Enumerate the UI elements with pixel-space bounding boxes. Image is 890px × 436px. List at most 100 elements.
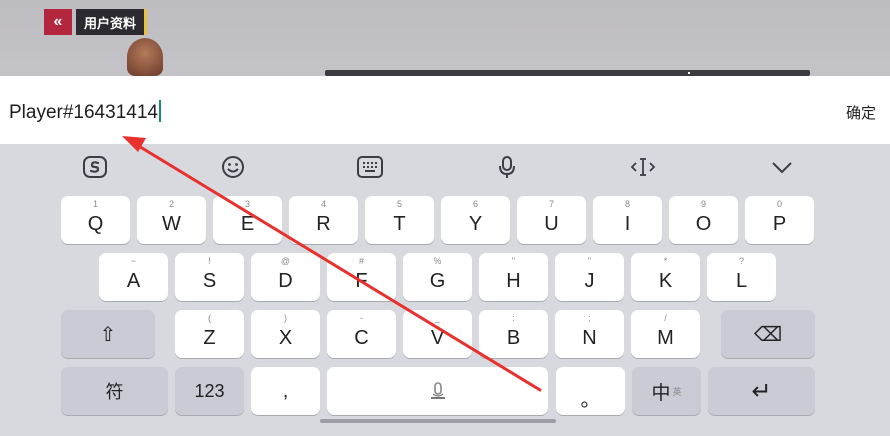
key-hint: ( [208,313,211,323]
key-f[interactable]: # F [327,253,396,301]
language-switch-key[interactable]: 中英 [632,367,701,415]
key-hint: # [358,256,364,266]
key-hint: 9 [700,199,706,209]
key-label: E [240,212,255,235]
sogou-logo-icon[interactable] [80,152,110,182]
key-label: Z [203,326,216,349]
key-label: D [278,269,293,292]
key-i[interactable]: 8I [593,196,662,244]
key-l[interactable]: ? L [707,253,776,301]
comma-label: , [282,379,289,402]
text-input-row[interactable]: Player#16431414 确定 [0,76,890,144]
key-hint: 8 [624,199,630,209]
cursor-move-icon[interactable] [628,152,658,182]
shift-key[interactable]: ⇧ [61,310,155,358]
soft-keyboard: 1 Q 2 W 3 E 4 R 5 T 6 Y 7 U 8 I 9 O 0 P ~ A! S @ D # F% G " H " J * K? L ⇧(… [0,190,890,436]
comma-key[interactable]: , [251,367,320,415]
home-indicator [320,419,556,423]
period-key[interactable]: 。 [556,367,625,415]
key-label: H [506,269,521,292]
key-label: J [584,269,595,292]
key-q[interactable]: 1Q [61,196,130,244]
key-e[interactable]: 3E [213,196,282,244]
symbols-key[interactable]: 符 [61,367,168,415]
bar-dot [688,72,690,74]
key-hint: " [587,256,592,266]
key-label: L [735,269,748,292]
numbers-key[interactable]: 123 [175,367,244,415]
key-n[interactable]: ; N [555,310,624,358]
key-label: G [429,269,446,292]
back-button[interactable]: « [44,9,72,35]
key-x[interactable]: ) X [251,310,320,358]
symbols-label: 符 [105,382,124,402]
key-label: M [657,326,674,349]
key-b[interactable]: :B [479,310,548,358]
key-hint: @ [280,256,291,266]
key-k[interactable]: * K [631,253,700,301]
emoji-icon[interactable] [218,152,248,182]
name-input[interactable]: Player#16431414 [9,100,161,124]
key-hint: 4 [320,199,326,209]
key-label: S [202,269,217,292]
key-label: I [624,212,631,235]
page-title: 用户资料 [76,9,148,35]
input-value: Player#16431414 [9,102,158,123]
numbers-label: 123 [194,380,225,401]
confirm-button[interactable]: 确定 [846,102,876,123]
key-j[interactable]: " J [555,253,624,301]
collapse-keyboard-icon[interactable] [767,152,797,182]
key-label: Q [87,212,104,235]
key-label: F [355,269,368,292]
key-hint: * [663,256,668,266]
key-label: O [695,212,712,235]
key-label: B [506,326,521,349]
key-label: T [393,212,406,235]
key-c[interactable]: -C [327,310,396,358]
backspace-key[interactable]: ⌫ [721,310,815,358]
keyboard-icon[interactable] [355,152,385,182]
key-z[interactable]: (Z [175,310,244,358]
key-a[interactable]: ~ A [99,253,168,301]
key-t[interactable]: 5T [365,196,434,244]
key-label: X [278,326,293,349]
key-label: K [658,269,673,292]
key-v[interactable]: _ V [403,310,472,358]
key-hint: ? [738,256,744,266]
key-hint: ! [208,256,211,266]
key-r[interactable]: 4R [289,196,358,244]
key-hint: 1 [92,199,98,209]
enter-icon: ↵ [751,377,772,405]
key-hint: 2 [168,199,174,209]
key-u[interactable]: 7U [517,196,586,244]
key-label: Y [468,212,483,235]
key-s[interactable]: ! S [175,253,244,301]
key-g[interactable]: % G [403,253,472,301]
key-hint: 0 [776,199,782,209]
text-caret [158,100,161,122]
key-m[interactable]: / M [631,310,700,358]
key-h[interactable]: " H [479,253,548,301]
key-hint: 7 [548,199,554,209]
microphone-icon[interactable] [492,152,522,182]
key-hint: ~ [130,256,137,266]
key-hint: - [360,313,363,323]
key-label: U [544,212,559,235]
key-d[interactable]: @ D [251,253,320,301]
enter-key[interactable]: ↵ [708,367,815,415]
key-p[interactable]: 0P [745,196,814,244]
key-y[interactable]: 6Y [441,196,510,244]
key-hint: ; [588,313,591,323]
key-label: W [162,212,181,235]
key-label: C [354,326,369,349]
key-hint: 6 [472,199,478,209]
key-hint: % [433,256,442,266]
key-hint: _ [434,313,440,323]
key-label: A [126,269,141,292]
key-w[interactable]: 2W [137,196,206,244]
period-label: 。 [580,388,601,411]
key-hint: " [511,256,516,266]
key-o[interactable]: 9O [669,196,738,244]
space-key[interactable] [327,367,548,415]
key-hint: : [512,313,515,323]
